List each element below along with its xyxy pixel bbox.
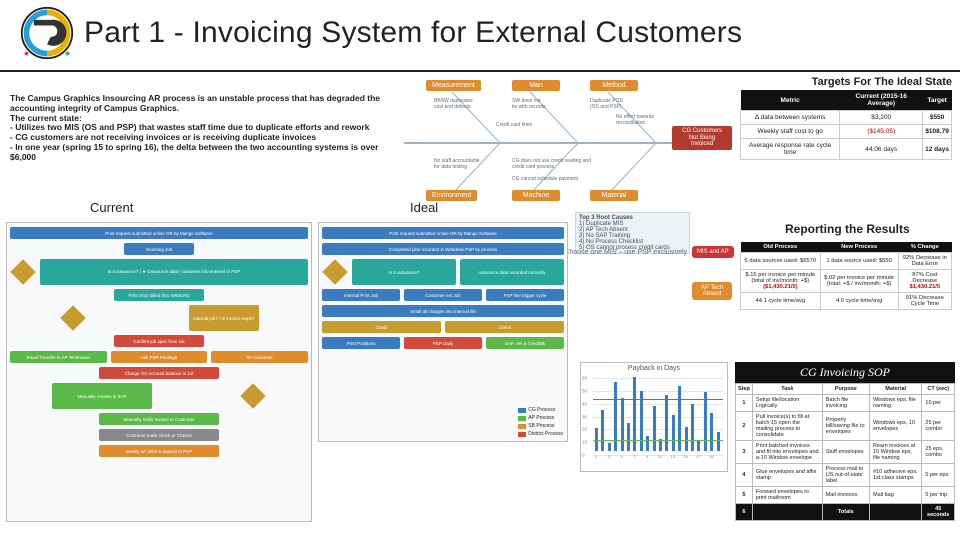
performance-chart: Payback in Days 605040302010013579111315… (580, 362, 728, 472)
sop-table: CG Invoicing SOP StepTaskPurposeMaterial… (735, 362, 955, 521)
pill-ap-tech: AP Tech Absent (692, 282, 732, 300)
decision-icon (240, 383, 265, 408)
label-current: Current (90, 200, 133, 215)
decision-icon (10, 259, 35, 284)
pill-mis-ap: MIS and AP (692, 246, 734, 258)
ideal-process-flowchart: Print request submitted online OR by Man… (318, 222, 568, 442)
table-header-row: MetricCurrent (2015-16 Average)Target (741, 90, 952, 111)
page-title: Part 1 - Invoicing System for External C… (84, 16, 742, 50)
problem-statement: The Campus Graphics Insourcing AR proces… (10, 94, 390, 162)
current-process-flowchart: Print request submitted online OR by Man… (6, 222, 312, 522)
flow-legend: CG Process AP Process SB Process Distric… (518, 407, 563, 437)
campus-graphics-logo (18, 4, 76, 62)
fishbone-diagram: Measurement Man Method Environment Machi… (400, 78, 735, 208)
targets-table: Targets For The Ideal State MetricCurren… (740, 76, 952, 160)
title-bar: Part 1 - Invoicing System for External C… (0, 0, 960, 72)
label-reporting: Reporting the Results (785, 222, 910, 236)
decision-icon (322, 259, 347, 284)
decision-icon (60, 305, 85, 330)
reporting-results-table: Old ProcessNew Process% Change 5 data so… (740, 242, 952, 310)
